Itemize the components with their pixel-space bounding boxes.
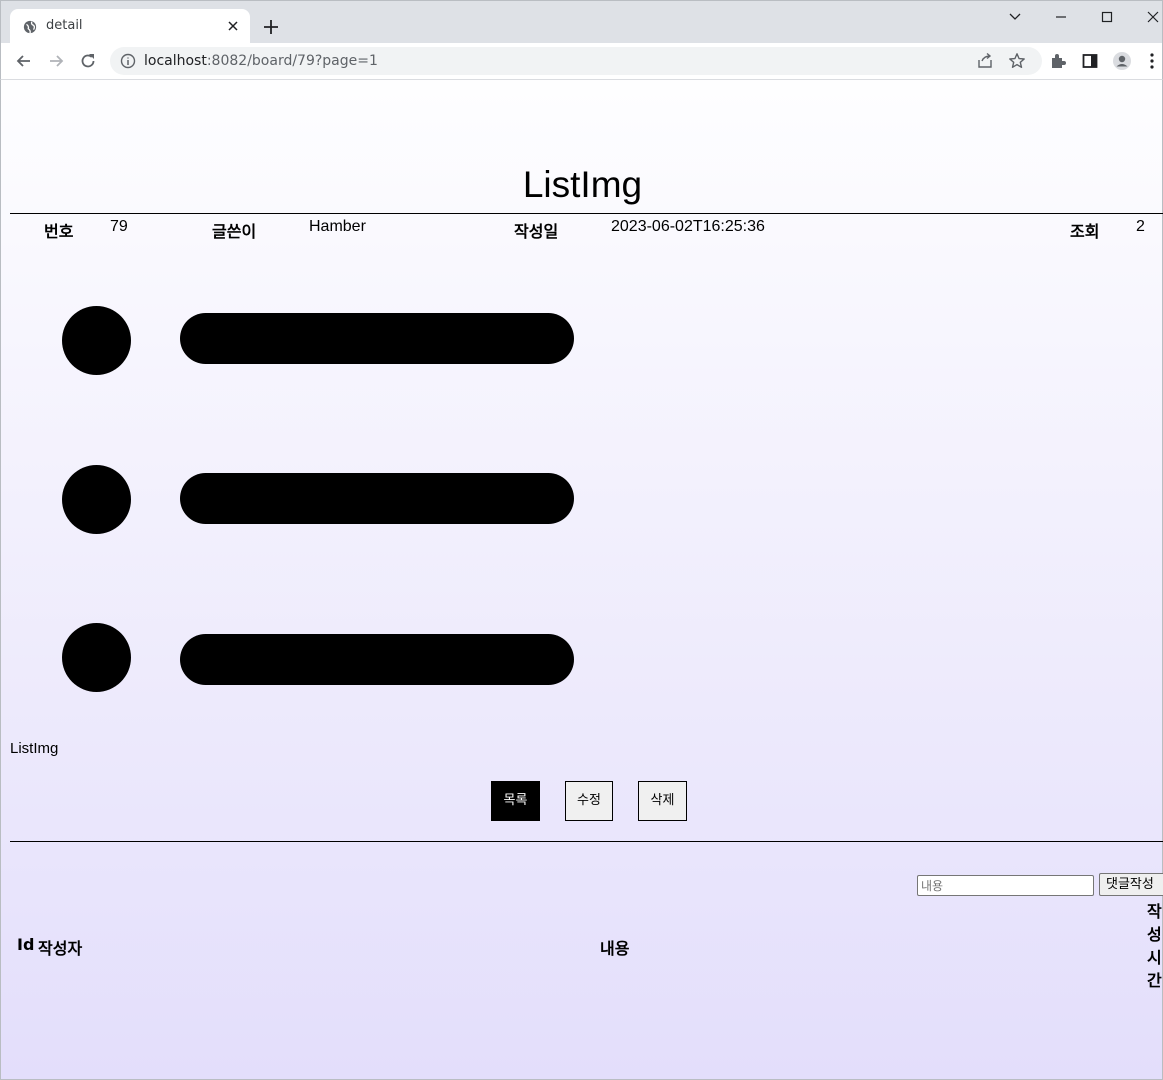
comment-input[interactable]: [917, 875, 1094, 896]
star-icon[interactable]: [1008, 52, 1026, 70]
url-host: localhost: [144, 53, 207, 69]
globe-icon: [23, 20, 37, 34]
address-bar[interactable]: localhost:8082/board/79?page=1: [110, 47, 1042, 75]
browser-toolbar: localhost:8082/board/79?page=1: [0, 43, 1163, 80]
bullet-circle: [62, 306, 131, 375]
profile-icon[interactable]: [1112, 51, 1132, 71]
list-button[interactable]: 목록: [491, 781, 540, 821]
close-icon[interactable]: [224, 17, 242, 35]
views-value: 2: [1136, 218, 1145, 235]
bullet-circle: [62, 623, 131, 692]
page-content: ListImg 번호 79 글쓴이 Hamber 작성일 2023-06-02T…: [0, 80, 1163, 1080]
header-id: Id: [17, 935, 35, 954]
date-value: 2023-06-02T16:25:36: [611, 218, 765, 235]
writer-label: 글쓴이: [212, 222, 257, 241]
header-content: 내용: [600, 939, 630, 958]
info-icon[interactable]: [120, 53, 136, 69]
number-value: 79: [110, 218, 128, 235]
post-content: ListImg: [10, 740, 59, 757]
close-icon[interactable]: [1141, 5, 1163, 29]
delete-button[interactable]: 삭제: [638, 781, 687, 821]
views-label: 조회: [1070, 222, 1100, 241]
post-title: ListImg: [522, 164, 643, 205]
bullet-circle: [62, 465, 131, 534]
reload-icon[interactable]: [78, 51, 98, 71]
line-bar: [180, 313, 574, 364]
url-text[interactable]: localhost:8082/board/79?page=1: [144, 53, 378, 69]
back-icon[interactable]: [14, 51, 34, 71]
tab-title: detail: [46, 18, 83, 33]
chevron-down-icon[interactable]: [1003, 5, 1027, 29]
browser-tab[interactable]: detail: [10, 9, 250, 45]
tab-strip: detail: [0, 0, 1163, 45]
share-icon[interactable]: [976, 52, 994, 70]
maximize-icon[interactable]: [1095, 5, 1119, 29]
divider: [10, 213, 1163, 214]
number-label: 번호: [44, 222, 74, 241]
menu-icon[interactable]: [1144, 51, 1160, 71]
side-panel-icon[interactable]: [1080, 51, 1100, 71]
writer-value: Hamber: [309, 218, 366, 235]
header-time: 작성시간: [1147, 902, 1162, 990]
extensions-icon[interactable]: [1048, 51, 1068, 71]
header-writer: 작성자: [38, 939, 83, 958]
line-bar: [180, 473, 574, 524]
line-bar: [180, 634, 574, 685]
comment-submit-button[interactable]: 댓글작성: [1099, 873, 1163, 896]
divider: [10, 841, 1163, 842]
plus-icon[interactable]: [261, 17, 281, 37]
minimize-icon[interactable]: [1049, 5, 1073, 29]
edit-button[interactable]: 수정: [565, 781, 613, 821]
date-label: 작성일: [514, 222, 559, 241]
url-path: :8082/board/79?page=1: [206, 53, 378, 69]
forward-icon[interactable]: [46, 51, 66, 71]
